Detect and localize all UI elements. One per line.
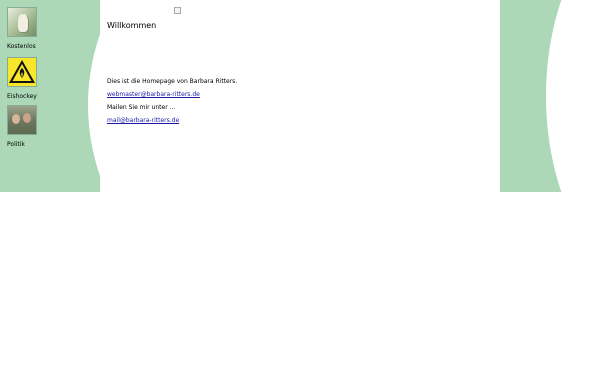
right-decoration xyxy=(500,0,600,192)
header-band: Kostenlos Eishockey Politik Willkommen D… xyxy=(0,0,600,192)
main-content: Willkommen Dies ist die Homepage von Bar… xyxy=(107,20,487,124)
seal-image-icon[interactable] xyxy=(7,7,37,37)
webmaster-email-link[interactable]: webmaster@barbara-ritters.de xyxy=(107,91,200,98)
page-title: Willkommen xyxy=(107,21,157,30)
nav-item-politik[interactable]: Politik xyxy=(7,105,67,149)
warning-sign-icon[interactable] xyxy=(7,57,37,87)
nav-label-politik[interactable]: Politik xyxy=(7,141,67,149)
nav-item-kostenlos[interactable]: Kostenlos xyxy=(7,7,67,57)
sidebar-nav: Kostenlos Eishockey Politik xyxy=(7,7,67,149)
intro-text: Dies ist die Homepage von Barbara Ritter… xyxy=(107,78,238,85)
mail-email-link[interactable]: mail@barbara-ritters.de xyxy=(107,117,179,124)
nav-item-eishockey[interactable]: Eishockey xyxy=(7,57,67,105)
broken-image-icon xyxy=(174,7,181,14)
nav-label-kostenlos[interactable]: Kostenlos xyxy=(7,43,67,51)
people-photo-icon[interactable] xyxy=(7,105,37,135)
mail-prompt-text: Mailen Sie mir unter ... xyxy=(107,104,176,111)
nav-label-eishockey[interactable]: Eishockey xyxy=(7,93,67,101)
